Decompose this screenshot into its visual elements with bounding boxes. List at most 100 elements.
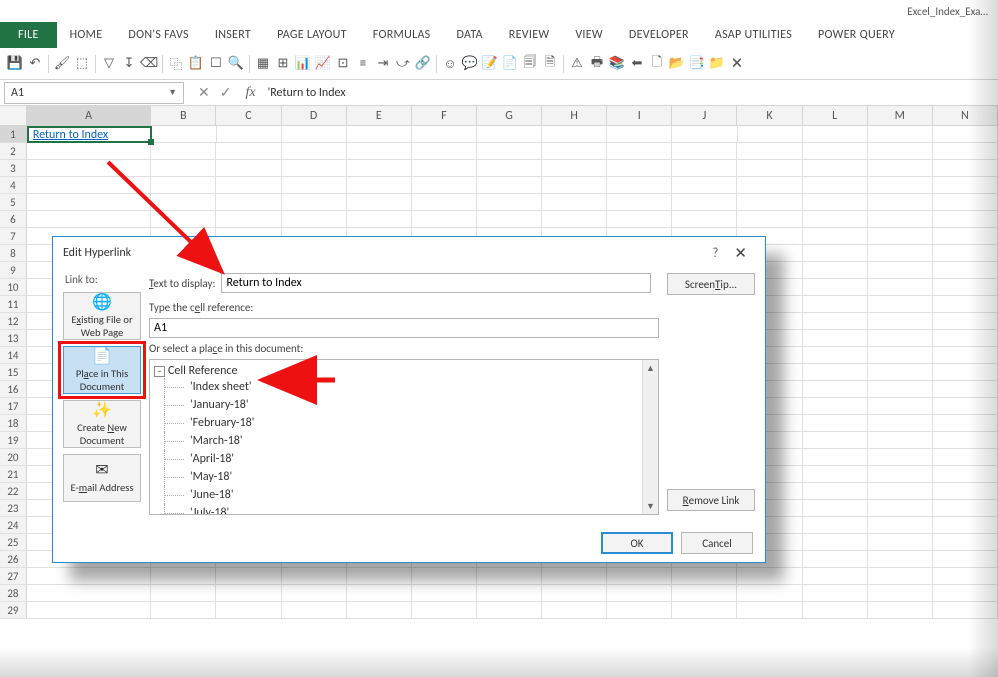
col-header-j[interactable]: J: [672, 106, 737, 126]
row-header[interactable]: 25: [0, 534, 27, 551]
col-header-n[interactable]: N: [933, 106, 998, 126]
cell[interactable]: [738, 126, 803, 143]
new-icon[interactable]: 🗋: [648, 55, 666, 73]
cell[interactable]: [868, 126, 933, 143]
close2-icon[interactable]: 🗙: [728, 55, 746, 73]
cell[interactable]: [933, 585, 998, 602]
cell[interactable]: [412, 177, 477, 194]
collapse-icon[interactable]: −: [154, 366, 165, 377]
cell[interactable]: [672, 177, 737, 194]
sort-icon[interactable]: ↧: [120, 55, 138, 73]
cell[interactable]: [868, 585, 933, 602]
tab-formulas[interactable]: FORMULAS: [360, 22, 444, 48]
cell[interactable]: [672, 211, 737, 228]
col-header-h[interactable]: H: [542, 106, 607, 126]
folder-icon[interactable]: 📂: [668, 55, 686, 73]
cell[interactable]: [803, 143, 868, 160]
row-header[interactable]: 16: [0, 381, 27, 398]
cell[interactable]: [933, 449, 998, 466]
row-header[interactable]: 22: [0, 483, 27, 500]
cell[interactable]: [933, 330, 998, 347]
row-header[interactable]: 29: [0, 602, 27, 619]
cell[interactable]: [868, 449, 933, 466]
cell[interactable]: [477, 585, 542, 602]
cell[interactable]: [347, 143, 412, 160]
help-icon[interactable]: ?: [704, 242, 726, 265]
cell[interactable]: [282, 211, 347, 228]
cell[interactable]: [803, 160, 868, 177]
copy-icon[interactable]: ⿻: [167, 55, 185, 73]
cell[interactable]: [868, 551, 933, 568]
cell[interactable]: [933, 483, 998, 500]
cell[interactable]: [412, 143, 477, 160]
cell[interactable]: [27, 143, 151, 160]
cell[interactable]: [803, 551, 868, 568]
tree-scrollbar[interactable]: ▲ ▼: [642, 360, 658, 514]
undo-icon[interactable]: ↶: [26, 55, 44, 73]
cell[interactable]: [216, 211, 281, 228]
cell[interactable]: [216, 602, 281, 619]
face-icon[interactable]: ☺: [441, 55, 459, 73]
cell[interactable]: [803, 568, 868, 585]
cancel-button[interactable]: Cancel: [681, 532, 753, 554]
cell[interactable]: [933, 211, 998, 228]
tab-page-layout[interactable]: PAGE LAYOUT: [264, 22, 360, 48]
cell[interactable]: [868, 194, 933, 211]
cell[interactable]: [282, 143, 347, 160]
fx-icon[interactable]: fx: [245, 85, 255, 101]
warn-icon[interactable]: ⚠: [568, 55, 586, 73]
cell[interactable]: [737, 211, 802, 228]
tree-item-july[interactable]: 'July-18': [154, 504, 654, 515]
cell[interactable]: [868, 228, 933, 245]
copy2-icon[interactable]: 🗐: [521, 55, 539, 73]
document-tree[interactable]: − Cell Reference 'Index sheet' 'January-…: [149, 359, 659, 515]
cell[interactable]: [933, 262, 998, 279]
cell[interactable]: [803, 398, 868, 415]
col-header-e[interactable]: E: [347, 106, 412, 126]
tree-root-cell-reference[interactable]: − Cell Reference: [154, 364, 654, 378]
cell[interactable]: [803, 602, 868, 619]
indent-icon[interactable]: ⇥: [374, 55, 392, 73]
cell[interactable]: [672, 160, 737, 177]
cell[interactable]: [803, 415, 868, 432]
cell[interactable]: [542, 194, 607, 211]
cell[interactable]: [803, 517, 868, 534]
sheet2-icon[interactable]: 📑: [688, 55, 706, 73]
cell[interactable]: [412, 126, 477, 143]
row-header[interactable]: 6: [0, 211, 27, 228]
cell[interactable]: [803, 279, 868, 296]
book-icon[interactable]: 📚: [608, 55, 626, 73]
cell[interactable]: [803, 466, 868, 483]
cell[interactable]: [151, 568, 216, 585]
cell[interactable]: [737, 177, 802, 194]
cell[interactable]: [933, 500, 998, 517]
close-icon[interactable]: ✕: [726, 240, 755, 267]
chart-icon[interactable]: 📊: [294, 55, 312, 73]
tree-item-june[interactable]: 'June-18': [154, 486, 654, 504]
cell[interactable]: [672, 602, 737, 619]
cell[interactable]: [933, 313, 998, 330]
dup-icon[interactable]: 🗎: [541, 55, 559, 73]
cell[interactable]: [27, 585, 151, 602]
cell[interactable]: [542, 160, 607, 177]
cell[interactable]: [347, 177, 412, 194]
cell[interactable]: [933, 143, 998, 160]
cell[interactable]: [216, 177, 281, 194]
cell[interactable]: [347, 211, 412, 228]
row-header[interactable]: 14: [0, 347, 27, 364]
cell[interactable]: [542, 585, 607, 602]
linkto-email[interactable]: ✉ E-mail Address: [63, 454, 141, 502]
row-header[interactable]: 15: [0, 364, 27, 381]
cell[interactable]: [933, 279, 998, 296]
cell[interactable]: [737, 602, 802, 619]
linkto-existing-file[interactable]: 🌐 Existing File or Web Page: [63, 292, 141, 340]
col-header-a[interactable]: A: [27, 106, 151, 126]
cell[interactable]: [542, 126, 607, 143]
cell[interactable]: [282, 568, 347, 585]
cell[interactable]: [607, 211, 672, 228]
tab-home[interactable]: HOME: [57, 22, 116, 48]
cell[interactable]: [803, 534, 868, 551]
cell[interactable]: [868, 296, 933, 313]
cell[interactable]: [216, 143, 281, 160]
formula-input[interactable]: [264, 82, 998, 104]
